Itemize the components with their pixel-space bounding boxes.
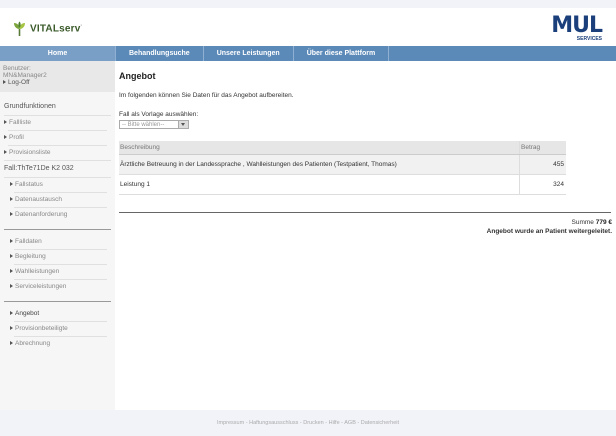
arrow-right-icon: [4, 135, 7, 140]
nav-unsere-leistungen[interactable]: Unsere Leistungen: [204, 46, 294, 61]
sidebar-item-fallstatus[interactable]: Fallstatus: [10, 181, 111, 189]
arrow-right-icon: [10, 326, 13, 331]
section-grundfunktionen: Grundfunktionen: [4, 103, 56, 110]
footer: Impressum - Haftungsausschluss - Drucken…: [0, 410, 616, 430]
header: VITALserv· MUL SERVICES: [0, 8, 616, 46]
footer-link-datensicherheit[interactable]: Datensicherheit: [361, 420, 399, 426]
table-row: Ärztliche Betreuung in der Landessprache…: [119, 154, 566, 175]
sidebar-item-profil[interactable]: Profil: [4, 134, 111, 142]
divider: [14, 321, 107, 322]
arrow-right-icon: [4, 120, 7, 125]
footer-separator: -: [245, 420, 248, 426]
row-amount: 324: [519, 174, 566, 195]
divider: [4, 177, 111, 178]
mul-logo-text: MUL: [551, 13, 603, 38]
footer-separator: -: [341, 420, 344, 426]
arrow-right-icon: [10, 311, 13, 316]
sidebar-item-begleitung[interactable]: Begleitung: [10, 253, 111, 261]
sum-divider: [119, 212, 611, 213]
sum-value: 779 €: [595, 219, 612, 226]
nav-ueber-plattform[interactable]: Über diese Plattform: [294, 46, 390, 61]
footer-link-agb[interactable]: AGB: [344, 420, 356, 426]
sidebar-item-serviceleistungen[interactable]: Serviceleistungen: [10, 283, 111, 291]
divider: [4, 115, 111, 116]
row-amount: 455: [519, 154, 566, 175]
footer-link-drucken[interactable]: Drucken: [303, 420, 323, 426]
row-description: Ärztliche Betreuung in der Landessprache…: [119, 154, 520, 175]
intro-text: Im folgenden können Sie Daten für das An…: [119, 92, 294, 99]
sidebar-item-provisionsliste[interactable]: Provisionsliste: [4, 149, 111, 157]
sum-line: Summe 779 €: [572, 219, 613, 226]
sidebar-item-datenanforderung[interactable]: Datenanforderung: [10, 211, 111, 219]
nav-items: Behandlungsuche Unsere Leistungen Über d…: [115, 46, 390, 61]
arrow-right-icon: [10, 341, 13, 346]
column-beschreibung: Beschreibung: [119, 141, 520, 155]
arrow-right-icon: [10, 254, 13, 259]
footer-separator: -: [299, 420, 302, 426]
angebot-table: Beschreibung Betrag Ärztliche Betreuung …: [119, 141, 566, 195]
vorlage-select[interactable]: -- Bitte wählen--: [119, 120, 189, 129]
user-name: MN&Manager2: [3, 72, 47, 79]
nav-home[interactable]: Home: [0, 46, 115, 61]
divider: [8, 145, 107, 146]
arrow-right-icon: [10, 212, 13, 217]
vitalserv-wordmark: VITALserv·: [30, 23, 83, 35]
arrow-right-icon: [3, 80, 6, 85]
mul-services-logo: MUL SERVICES: [551, 13, 603, 43]
divider: [14, 264, 107, 265]
divider: [14, 192, 107, 193]
divider: [14, 336, 107, 337]
divider: [14, 207, 107, 208]
table-row: Leistung 1 324: [119, 174, 566, 195]
logoff-link[interactable]: Log-Off: [3, 79, 112, 86]
sidebar-item-abrechnung[interactable]: Abrechnung: [10, 340, 111, 348]
vorlage-label: Fall als Vorlage auswählen:: [119, 111, 199, 118]
sum-label: Summe: [571, 219, 594, 226]
footer-link-impressum[interactable]: Impressum: [217, 420, 244, 426]
nav-behandlungsuche[interactable]: Behandlungsuche: [115, 46, 204, 61]
divider: [4, 160, 111, 161]
arrow-right-icon: [10, 284, 13, 289]
footer-separator: -: [357, 420, 360, 426]
case-title: Fall:ThTe71De K2 032: [4, 165, 74, 172]
sidebar: Benutzer: MN&Manager2 Log-Off Grundfunkt…: [0, 61, 116, 410]
sidebar-item-provisionbeteiligte[interactable]: Provisionbeteiligte: [10, 325, 111, 333]
sidebar-item-datenaustausch[interactable]: Datenaustausch: [10, 196, 111, 204]
footer-link-hilfe[interactable]: Hilfe: [329, 420, 340, 426]
arrow-right-icon: [10, 197, 13, 202]
main-content: Angebot Im folgenden können Sie Daten fü…: [115, 61, 616, 410]
user-label: Benutzer:: [3, 65, 31, 72]
divider: [14, 279, 107, 280]
sidebar-item-fallliste[interactable]: Fallliste: [4, 119, 111, 127]
table-header-row: Beschreibung Betrag: [119, 141, 566, 155]
chevron-down-icon[interactable]: [178, 121, 188, 128]
vitalserv-logo-icon: [14, 21, 25, 36]
group-divider: [4, 301, 111, 302]
divider: [8, 130, 107, 131]
vitalserv-logo[interactable]: VITALserv·: [12, 21, 82, 37]
status-message: Angebot wurde an Patient weitergeleitet.: [486, 228, 612, 235]
sidebar-item-wahlleistungen[interactable]: Wahlleistungen: [10, 268, 111, 276]
footer-link-haftungsausschluss[interactable]: Haftungsausschluss: [249, 420, 298, 426]
column-betrag: Betrag: [519, 141, 566, 155]
main-nav: Home Behandlungsuche Unsere Leistungen Ü…: [0, 46, 616, 61]
sidebar-item-falldaten[interactable]: Falldaten: [10, 238, 111, 246]
row-description: Leistung 1: [119, 174, 520, 195]
vorlage-select-value: -- Bitte wählen--: [122, 122, 165, 128]
page-title: Angebot: [119, 71, 156, 81]
divider: [14, 249, 107, 250]
arrow-right-icon: [10, 182, 13, 187]
arrow-right-icon: [10, 269, 13, 274]
user-box: Benutzer: MN&Manager2 Log-Off: [0, 61, 115, 92]
group-divider: [4, 229, 111, 230]
sidebar-item-angebot[interactable]: Angebot: [10, 310, 111, 318]
arrow-right-icon: [4, 150, 7, 155]
footer-separator: -: [325, 420, 328, 426]
arrow-right-icon: [10, 239, 13, 244]
